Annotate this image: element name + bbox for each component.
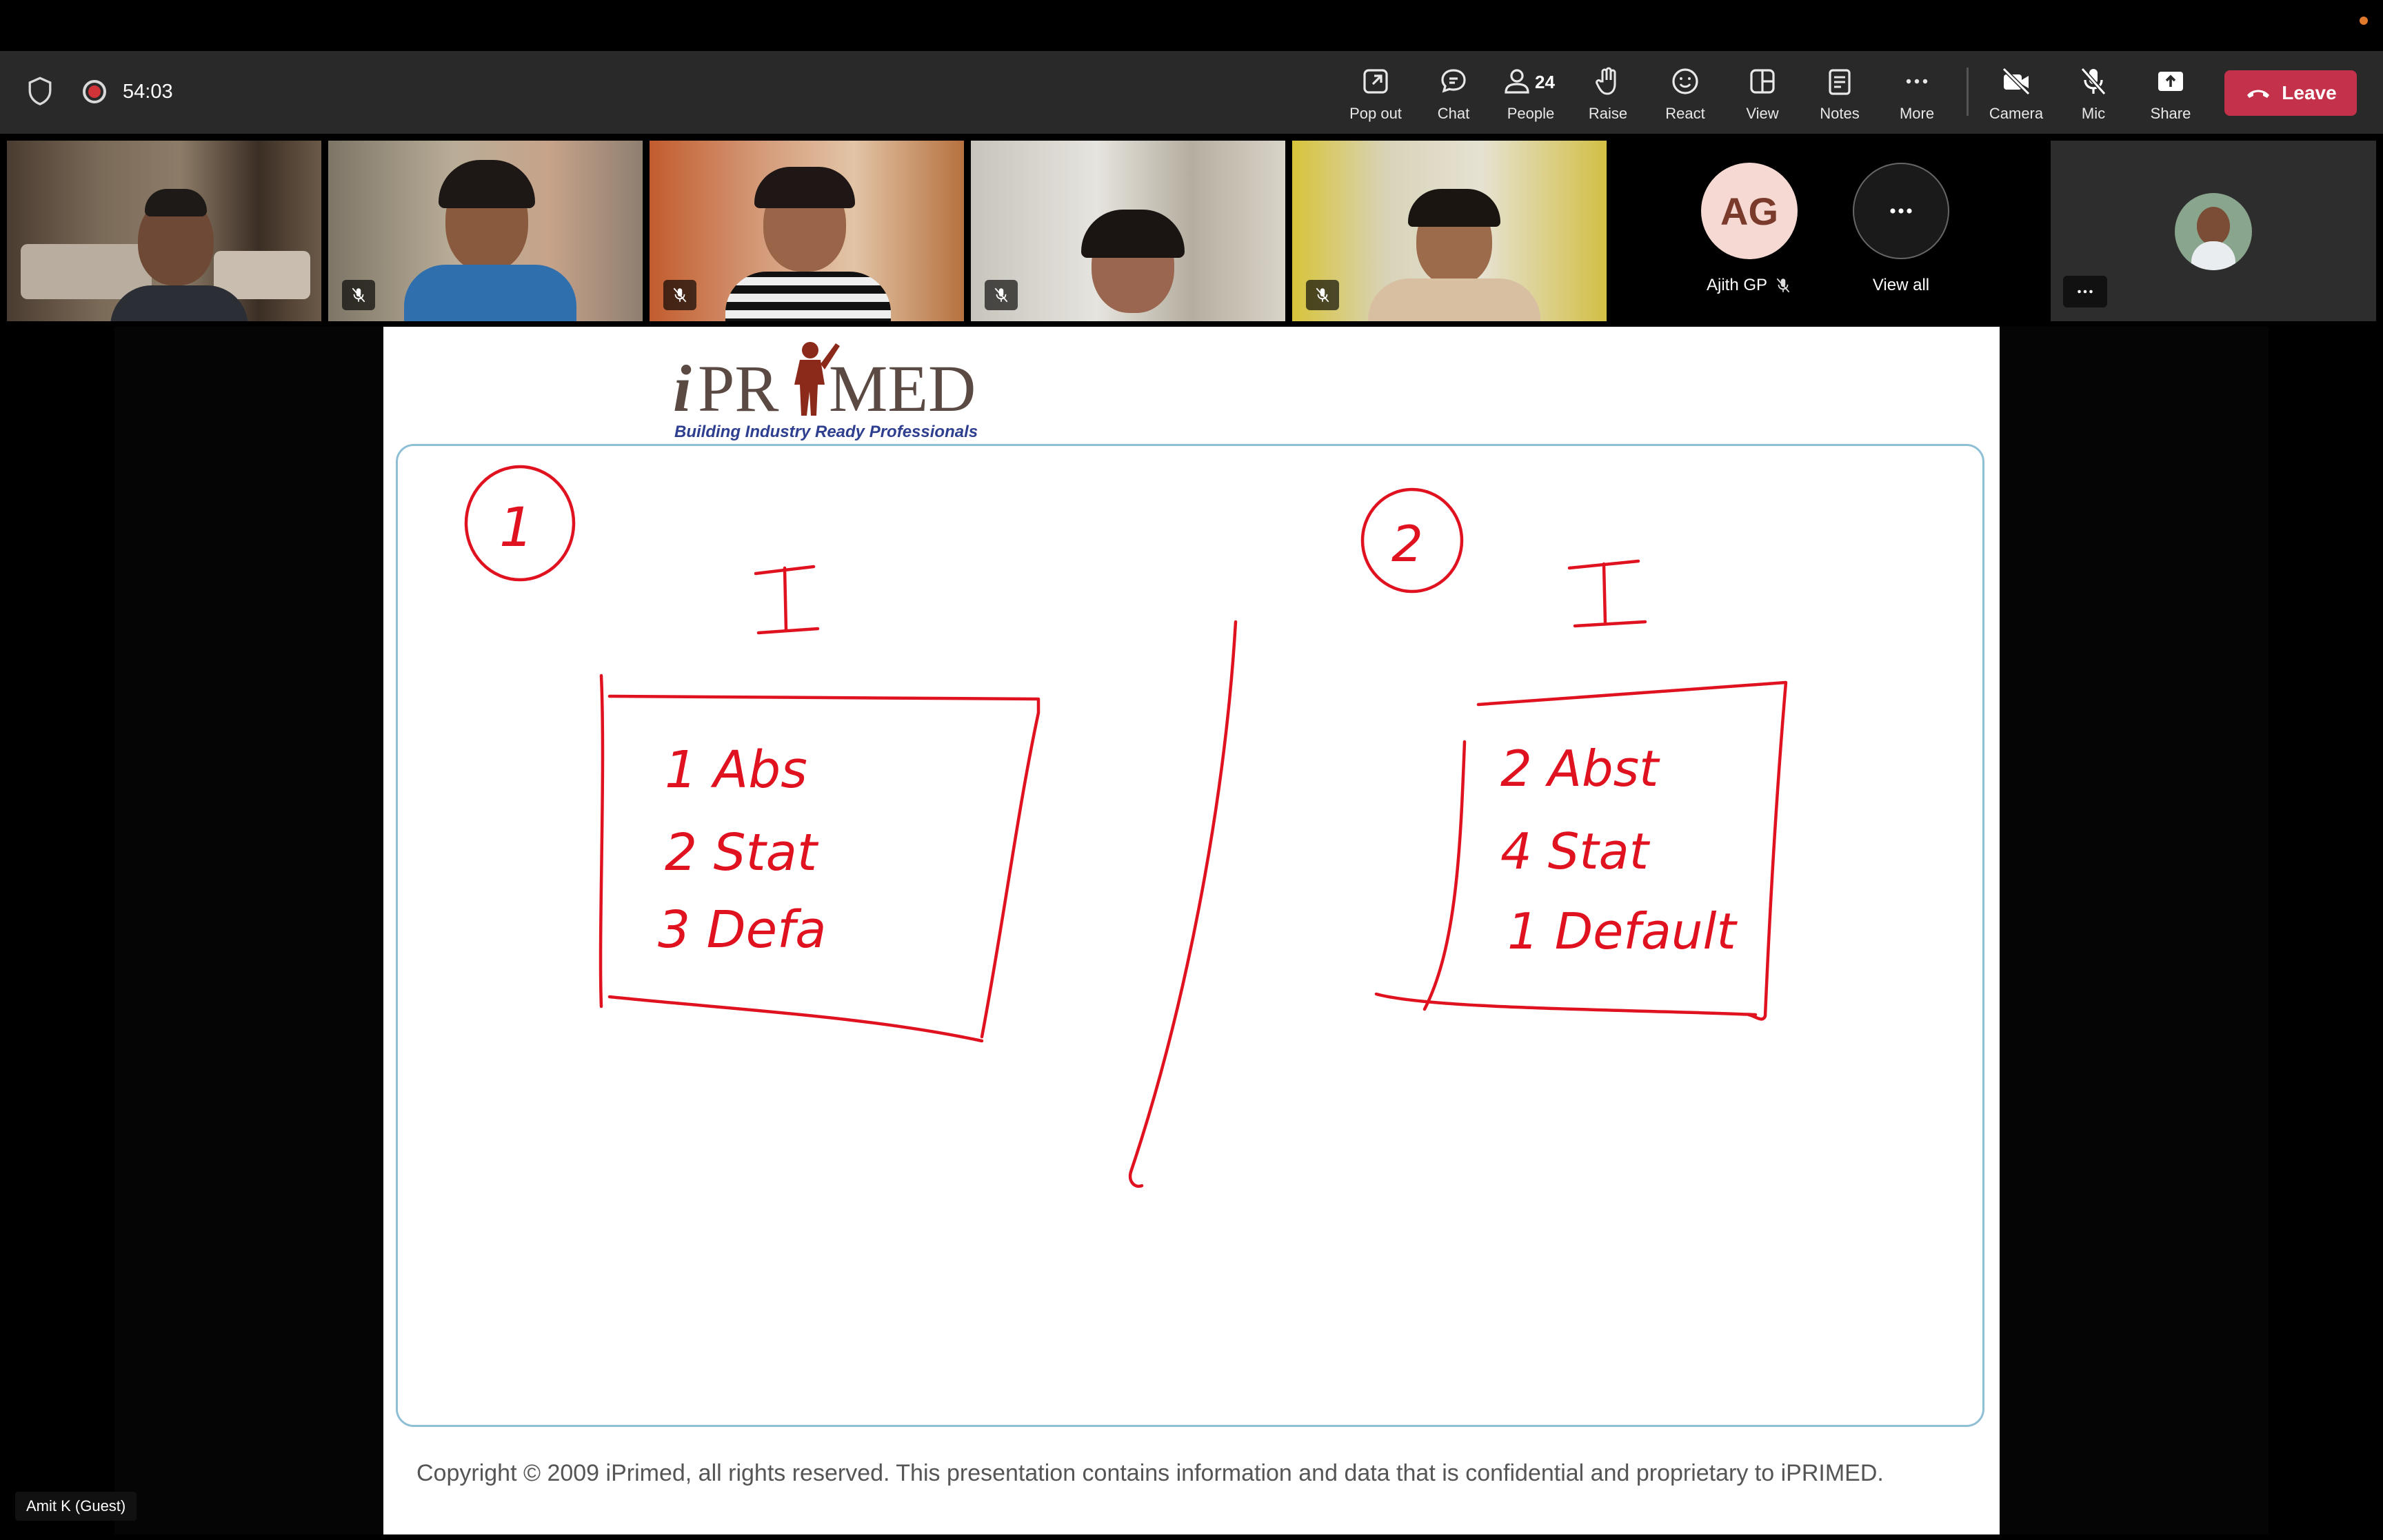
self-view-tile[interactable]: [2051, 141, 2376, 321]
chat-icon: [1441, 69, 1466, 93]
participant-ajith[interactable]: AG Ajith GP: [1691, 163, 1808, 295]
circled-number-right-text: 2: [1391, 515, 1423, 573]
share-button[interactable]: Share: [2132, 65, 2209, 127]
right-line-2: 4 Stat: [1500, 822, 1651, 880]
view-label: View: [1746, 105, 1779, 122]
self-view-more-button[interactable]: [2063, 276, 2107, 307]
raise-hand-icon: [1596, 67, 1616, 95]
divider-line: [1128, 620, 1238, 1188]
muted-indicator: [985, 280, 1018, 310]
leave-label: Leave: [2282, 82, 2337, 103]
muted-indicator: [663, 280, 696, 310]
chat-button[interactable]: Chat: [1415, 65, 1492, 127]
roman-i-right: [1567, 559, 1647, 628]
view-all-label: View all: [1872, 276, 1930, 294]
view-all-button[interactable]: [1853, 163, 1949, 259]
muted-indicator: [1306, 280, 1339, 310]
video-tile[interactable]: [7, 141, 321, 321]
mic-off-icon: [352, 287, 365, 303]
meeting-status: 54:03: [26, 76, 173, 108]
share-icon: [2158, 72, 2183, 91]
muted-indicator: [342, 280, 375, 310]
mic-off-icon: [1776, 278, 1790, 293]
left-line-3: 3 Defa: [658, 900, 827, 960]
avatar: [2175, 193, 2252, 270]
mic-off-icon: [673, 287, 687, 303]
shield-icon: [28, 77, 52, 105]
people-button[interactable]: 24 People: [1492, 65, 1569, 127]
video-tile[interactable]: [328, 141, 643, 321]
participant-name: Ajith GP: [1707, 276, 1792, 295]
camera-off-icon: [2002, 67, 2031, 96]
pop-out-icon: [1363, 69, 1388, 94]
video-tile[interactable]: [971, 141, 1285, 321]
roman-i-left: [754, 565, 820, 635]
people-icon: [1505, 69, 1529, 94]
slide-copyright: Copyright © 2009 iPrimed, all rights res…: [416, 1460, 1884, 1486]
people-count: 24: [1535, 72, 1555, 92]
left-line-2: 2 Stat: [665, 823, 819, 882]
pop-out-label: Pop out: [1349, 105, 1402, 122]
react-label: React: [1665, 105, 1705, 122]
mic-label: Mic: [2081, 105, 2106, 122]
mic-off-icon: [1316, 287, 1329, 303]
circled-number-left-text: 1: [499, 497, 534, 559]
people-label: People: [1507, 105, 1555, 122]
avatar: AG: [1701, 163, 1798, 259]
right-line-3: 1 Default: [1507, 902, 1738, 960]
more-button[interactable]: More: [1878, 65, 1955, 127]
notification-dot: [2360, 17, 2368, 25]
video-tile[interactable]: [650, 141, 964, 321]
mic-button[interactable]: Mic: [2055, 65, 2132, 127]
right-line-1: 2 Abst: [1500, 740, 1660, 798]
more-dots-icon: [2078, 290, 2093, 294]
hang-up-icon: [2247, 90, 2270, 98]
react-button[interactable]: React: [1647, 65, 1724, 127]
notes-label: Notes: [1820, 105, 1860, 122]
smiley-icon: [1672, 68, 1698, 94]
left-line-1: 1 Abs: [665, 740, 807, 800]
raise-hand-button[interactable]: Raise: [1569, 65, 1647, 127]
toolbar-divider: [1967, 68, 1969, 116]
meeting-timer: 54:03: [123, 80, 173, 103]
camera-label: Camera: [1989, 105, 2044, 122]
mic-off-icon: [2080, 68, 2107, 95]
recording-icon: [83, 80, 106, 103]
leave-button[interactable]: Leave: [2224, 70, 2357, 116]
more-label: More: [1899, 105, 1935, 122]
chat-label: Chat: [1437, 105, 1470, 122]
raise-label: Raise: [1588, 105, 1628, 122]
participant-name-text: Ajith GP: [1706, 276, 1768, 294]
system-bar: [0, 0, 2383, 51]
handwritten-annotations: 1 2 1 Abs 2 Stat 3 Defa 2 Abst 4 Stat 1 …: [464, 465, 1788, 1188]
view-button[interactable]: View: [1724, 65, 1801, 127]
view-all-participants[interactable]: View all: [1842, 163, 1960, 295]
camera-button[interactable]: Camera: [1978, 65, 2055, 127]
notes-button[interactable]: Notes: [1801, 65, 1878, 127]
more-dots-icon: [1906, 79, 1928, 84]
more-dots-icon: [1890, 208, 1912, 214]
presenter-name-tag: Amit K (Guest): [15, 1492, 137, 1521]
pop-out-button[interactable]: Pop out: [1337, 65, 1414, 127]
video-tile[interactable]: [1292, 141, 1607, 321]
notes-icon: [1829, 69, 1851, 95]
layout-grid-icon: [1750, 69, 1775, 94]
mic-off-icon: [994, 287, 1008, 303]
meeting-toolbar: 54:03 Pop out Chat 24 People Raise React…: [0, 51, 2383, 134]
share-label: Share: [2150, 105, 2191, 122]
